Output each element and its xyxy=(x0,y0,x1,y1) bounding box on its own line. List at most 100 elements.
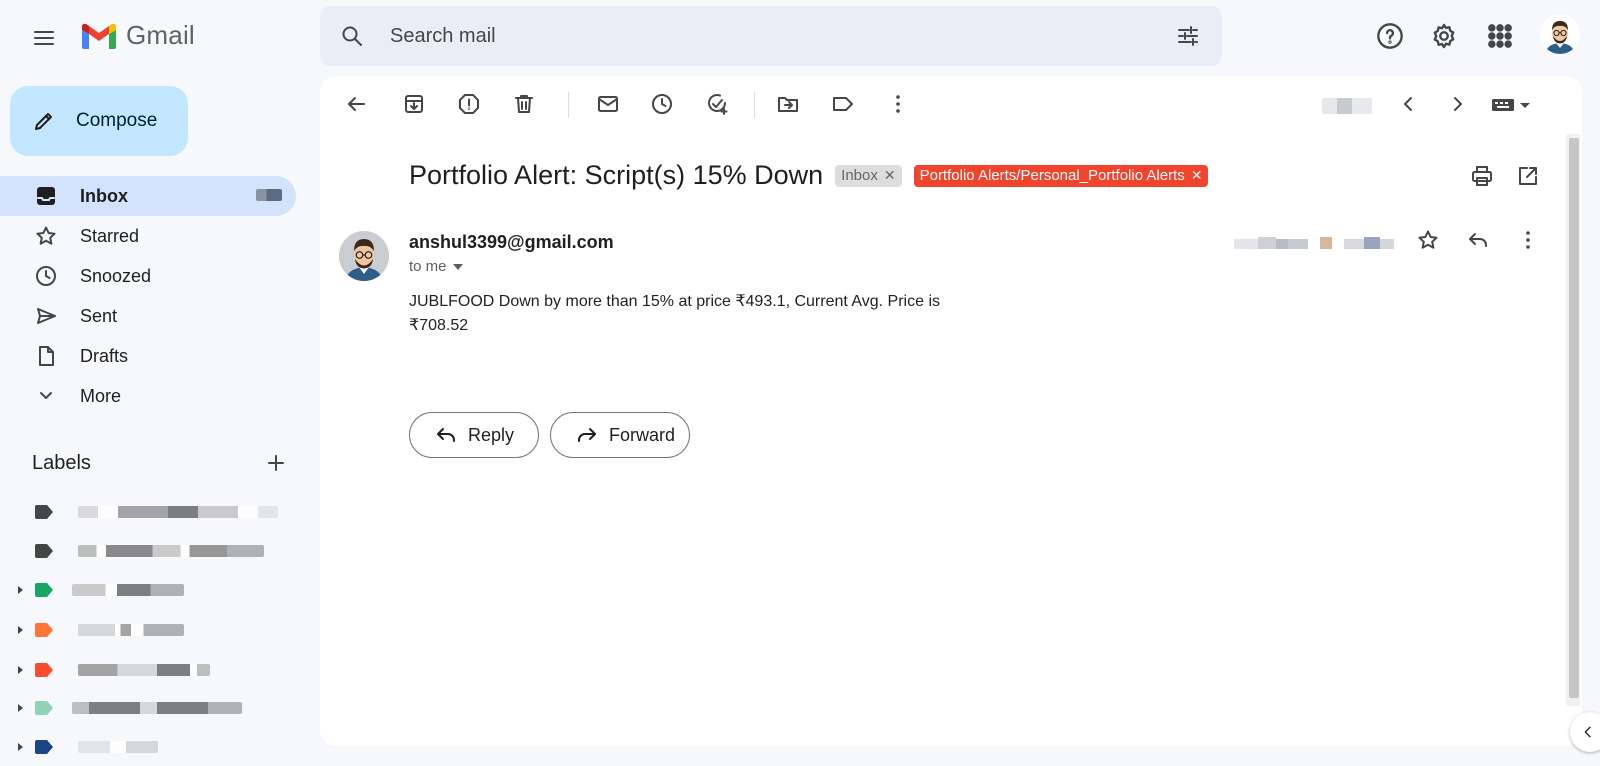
report-spam-icon[interactable] xyxy=(457,92,481,116)
redacted-label-name xyxy=(78,664,210,676)
more-vertical-icon[interactable] xyxy=(1516,228,1540,252)
sidebar-item-more[interactable]: More xyxy=(0,376,296,416)
snooze-clock-icon[interactable] xyxy=(650,92,674,116)
add-label-plus-icon[interactable] xyxy=(264,451,288,475)
sidebar-nav: Inbox Starred Snoozed Sent Drafts More xyxy=(0,176,296,416)
sidebar-item-snoozed[interactable]: Snoozed xyxy=(0,256,296,296)
sidebar-item-drafts[interactable]: Drafts xyxy=(0,336,296,376)
compose-button[interactable]: Compose xyxy=(10,86,188,156)
body-line: ₹708.52 xyxy=(409,317,469,334)
label-tag-icon xyxy=(35,701,53,715)
labels-heading: Labels xyxy=(32,451,91,474)
top-bar: Gmail xyxy=(0,0,1600,72)
sidebar-item-sent[interactable]: Sent xyxy=(0,296,296,336)
label-item[interactable] xyxy=(0,497,296,527)
archive-icon[interactable] xyxy=(402,92,426,116)
search-icon[interactable] xyxy=(340,24,364,48)
inbox-label-chip[interactable]: Inbox ✕ xyxy=(835,164,902,187)
reply-arrow-icon[interactable] xyxy=(1466,228,1490,252)
add-to-tasks-icon[interactable] xyxy=(705,92,729,116)
forward-button[interactable]: Forward xyxy=(550,412,690,458)
hamburger-menu-icon xyxy=(32,26,56,50)
timestamp-redacted xyxy=(1234,235,1394,251)
settings-gear-icon[interactable] xyxy=(1430,22,1458,50)
help-icon[interactable] xyxy=(1376,22,1404,50)
main-menu-button[interactable] xyxy=(24,18,64,58)
gmail-m-icon xyxy=(82,23,116,49)
side-panel-toggle[interactable] xyxy=(1570,712,1600,752)
send-icon xyxy=(34,304,58,328)
more-vertical-icon[interactable] xyxy=(886,92,910,116)
label-tag-icon xyxy=(35,740,53,754)
sender-email[interactable]: anshul3399@gmail.com xyxy=(409,232,614,253)
label-item[interactable] xyxy=(0,615,296,645)
redacted-label-name xyxy=(72,702,242,714)
chevron-right-icon[interactable] xyxy=(1446,92,1470,116)
expand-caret-icon[interactable] xyxy=(18,704,23,712)
message-view: Portfolio Alert: Script(s) 15% Down Inbo… xyxy=(320,76,1582,746)
chevron-down-icon xyxy=(34,384,58,408)
move-to-folder-icon[interactable] xyxy=(776,92,800,116)
label-item[interactable] xyxy=(0,732,296,762)
cartoon-avatar-icon xyxy=(1540,14,1580,54)
star-icon xyxy=(34,224,58,248)
remove-label-close-icon[interactable]: ✕ xyxy=(1191,167,1203,184)
search-options-icon[interactable] xyxy=(1176,24,1200,48)
reply-button[interactable]: Reply xyxy=(409,412,539,458)
input-tools-keyboard-icon[interactable] xyxy=(1492,92,1538,116)
portfolio-alerts-label-chip[interactable]: Portfolio Alerts/Personal_Portfolio Aler… xyxy=(913,164,1209,187)
sender-avatar[interactable] xyxy=(339,231,389,281)
label-item[interactable] xyxy=(0,655,296,685)
label-tag-icon xyxy=(35,623,53,637)
cartoon-avatar-icon xyxy=(339,231,389,281)
sidebar-item-label: Sent xyxy=(80,305,118,326)
redacted-label-name xyxy=(72,584,184,596)
recipient-label: to me xyxy=(409,258,447,275)
label-item[interactable] xyxy=(0,536,296,566)
draft-icon xyxy=(34,344,58,368)
expand-caret-icon[interactable] xyxy=(18,743,23,751)
expand-caret-icon[interactable] xyxy=(18,666,23,674)
message-subject: Portfolio Alert: Script(s) 15% Down xyxy=(409,160,824,190)
scrollbar-thumb[interactable] xyxy=(1569,138,1579,698)
sidebar-item-label: Inbox xyxy=(80,185,128,206)
chevron-left-icon[interactable] xyxy=(1396,92,1420,116)
remove-label-close-icon[interactable]: ✕ xyxy=(884,167,896,184)
mark-unread-envelope-icon[interactable] xyxy=(596,92,620,116)
recipient-details[interactable]: to me xyxy=(409,258,463,275)
label-item[interactable] xyxy=(0,575,296,605)
redacted-label-name xyxy=(78,624,184,636)
label-item[interactable] xyxy=(0,693,296,723)
chip-label: Portfolio Alerts/Personal_Portfolio Aler… xyxy=(919,167,1185,184)
expand-caret-icon[interactable] xyxy=(18,626,23,634)
label-tag-icon[interactable] xyxy=(831,92,855,116)
toolbar-divider xyxy=(568,92,569,118)
message-scrollbar[interactable] xyxy=(1566,134,1580,706)
star-icon[interactable] xyxy=(1416,228,1440,252)
compose-label: Compose xyxy=(76,110,158,131)
sidebar-item-label: Drafts xyxy=(80,345,129,366)
chip-label: Inbox xyxy=(841,167,878,184)
search-input[interactable] xyxy=(390,20,1110,52)
gmail-logo[interactable]: Gmail xyxy=(80,20,195,51)
delete-trash-icon[interactable] xyxy=(512,92,536,116)
back-arrow-icon[interactable] xyxy=(344,92,368,116)
redacted-label-name xyxy=(78,506,278,518)
label-tag-icon xyxy=(35,544,53,558)
message-toolbar xyxy=(320,76,1582,132)
sidebar-item-inbox[interactable]: Inbox xyxy=(0,176,296,216)
redacted-label-name xyxy=(78,545,264,557)
open-in-new-window-icon[interactable] xyxy=(1516,164,1540,188)
sidebar-item-starred[interactable]: Starred xyxy=(0,216,296,256)
forward-label: Forward xyxy=(609,424,676,445)
print-icon[interactable] xyxy=(1470,164,1494,188)
label-tag-icon xyxy=(35,663,53,677)
apps-grid-icon[interactable] xyxy=(1486,22,1514,50)
sidebar-item-label: Starred xyxy=(80,225,140,246)
toolbar-divider xyxy=(754,92,755,118)
expand-caret-icon[interactable] xyxy=(18,586,23,594)
account-avatar[interactable] xyxy=(1540,14,1580,54)
clock-icon xyxy=(34,264,58,288)
message-body: JUBLFOOD Down by more than 15% at price … xyxy=(409,290,969,338)
unread-count-redacted xyxy=(256,189,282,201)
